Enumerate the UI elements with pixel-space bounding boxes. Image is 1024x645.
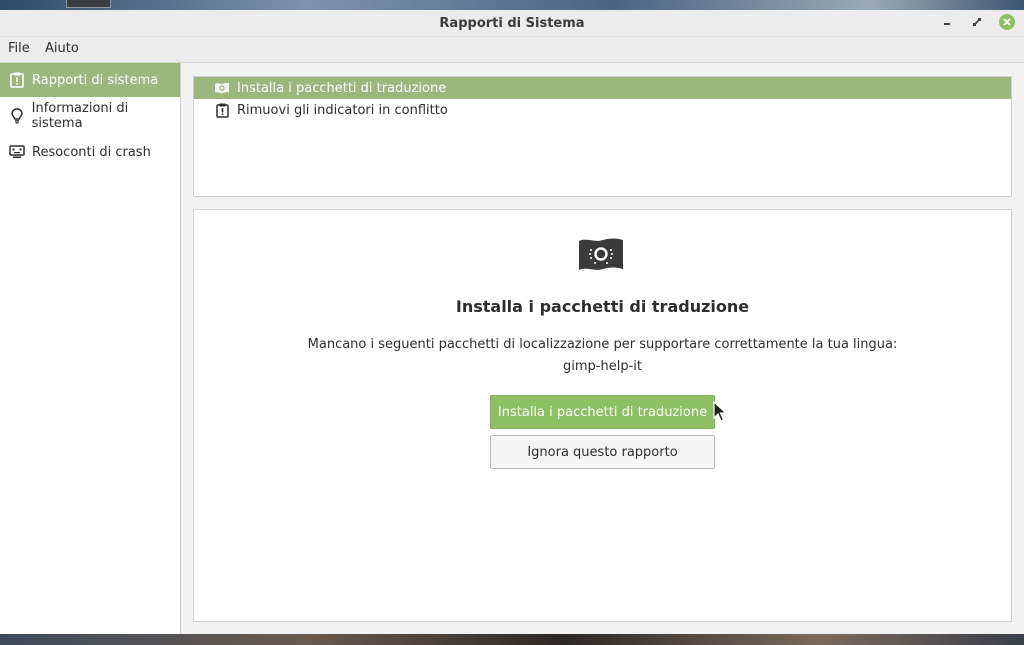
missing-packages: gimp-help-it <box>563 359 642 374</box>
list-item-install-translations[interactable]: Installa i pacchetti di traduzione <box>194 77 1011 99</box>
report-clipboard-icon <box>9 72 25 88</box>
close-button[interactable] <box>999 14 1015 30</box>
detail-description: Mancano i seguenti pacchetti di localizz… <box>307 337 898 352</box>
window-title: Rapporti di Sistema <box>439 16 585 31</box>
lightbulb-icon <box>9 108 25 124</box>
desktop-background-top <box>0 0 1024 10</box>
menu-file[interactable]: File <box>4 41 34 56</box>
main-content: Installa i pacchetti di traduzione Rimuo… <box>181 63 1024 634</box>
sidebar: Rapporti di sistema Informazioni di sist… <box>0 63 181 634</box>
app-window: Rapporti di Sistema File Aiuto Rapporti … <box>0 10 1024 634</box>
minimize-icon <box>944 23 950 25</box>
list-item-remove-indicators[interactable]: Rimuovi gli indicatori in conflitto <box>194 99 1011 121</box>
minimize-button[interactable] <box>939 14 955 30</box>
sidebar-item-system-info[interactable]: Informazioni di sistema <box>0 99 180 133</box>
desktop-background-bottom <box>0 634 1024 645</box>
install-translations-button[interactable]: Installa i pacchetti di traduzione <box>490 395 715 429</box>
maximize-icon <box>973 18 981 26</box>
list-item-label: Installa i pacchetti di traduzione <box>237 80 447 96</box>
flag-icon <box>214 81 230 95</box>
ignore-report-button[interactable]: Ignora questo rapporto <box>490 435 715 469</box>
menu-help[interactable]: Aiuto <box>41 41 83 56</box>
list-item-label: Rimuovi gli indicatori in conflitto <box>237 102 448 118</box>
close-icon <box>1003 18 1011 26</box>
detail-title: Installa i pacchetti di traduzione <box>455 297 750 316</box>
mouse-cursor-icon <box>713 401 727 422</box>
report-detail: Installa i pacchetti di traduzione Manca… <box>193 209 1012 622</box>
menubar: File Aiuto <box>0 37 1024 63</box>
maximize-button[interactable] <box>969 14 985 30</box>
sidebar-item-label: Resoconti di crash <box>32 144 151 160</box>
report-clipboard-icon <box>214 103 230 118</box>
titlebar: Rapporti di Sistema <box>0 10 1024 37</box>
flag-icon <box>579 238 623 270</box>
sidebar-item-label: Rapporti di sistema <box>32 72 159 88</box>
desktop-panel-tab <box>66 0 111 8</box>
sidebar-item-crash-reports[interactable]: Resoconti di crash <box>0 135 180 169</box>
reports-list: Installa i pacchetti di traduzione Rimuo… <box>193 76 1012 197</box>
sidebar-item-label: Informazioni di sistema <box>31 101 129 131</box>
sidebar-item-system-reports[interactable]: Rapporti di sistema <box>0 63 180 97</box>
crash-monitor-icon <box>9 144 25 160</box>
